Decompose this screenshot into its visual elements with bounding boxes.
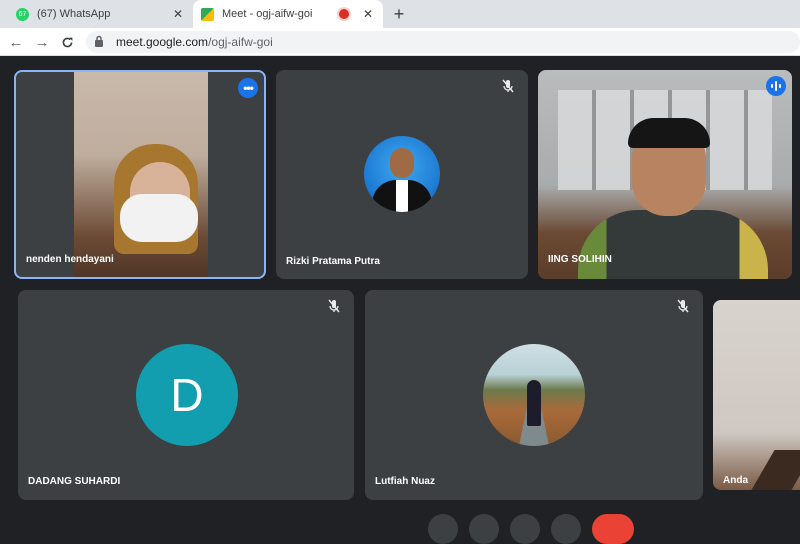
- microphone-button[interactable]: [428, 514, 458, 544]
- participant-name: Rizki Pratama Putra: [286, 256, 380, 267]
- participant-name: Anda: [723, 475, 748, 486]
- reload-button[interactable]: [57, 32, 77, 52]
- participant-name: Lutfiah Nuaz: [375, 476, 435, 487]
- lock-icon: [94, 35, 108, 50]
- url-path: /ogj-aifw-goi: [208, 35, 273, 49]
- photo-head: [390, 148, 414, 178]
- meet-icon: [201, 7, 214, 21]
- letter-avatar: D: [136, 344, 238, 446]
- photo-shirt: [396, 180, 408, 212]
- back-button[interactable]: ←: [6, 32, 26, 52]
- recording-icon: [339, 9, 349, 19]
- profile-photo: [483, 344, 585, 446]
- speaking-indicator-icon: [766, 76, 786, 96]
- participant-tile[interactable]: Lutfiah Nuaz: [365, 290, 703, 500]
- person-body: [578, 210, 768, 279]
- close-icon[interactable]: ✕: [361, 7, 375, 21]
- participant-video: [538, 70, 792, 279]
- person-hair: [628, 118, 710, 148]
- photo-person: [527, 380, 541, 426]
- participant-tile[interactable]: IING SOLIHIN: [538, 70, 792, 279]
- tab-strip: 67 (67) WhatsApp ✕ Meet - ogj-aifw-goi ✕…: [0, 0, 800, 28]
- participant-tile[interactable]: ••• nenden hendayani: [14, 70, 266, 279]
- background-shape: [751, 450, 800, 490]
- present-button[interactable]: [551, 514, 581, 544]
- tab-title: (67) WhatsApp: [37, 8, 111, 20]
- mic-off-icon: [328, 299, 340, 313]
- whatsapp-icon: 67: [16, 7, 29, 21]
- participant-tile[interactable]: Rizki Pratama Putra: [276, 70, 528, 279]
- tab-meet[interactable]: Meet - ogj-aifw-goi ✕: [193, 0, 383, 28]
- participant-video: [713, 300, 800, 490]
- participant-video: [74, 72, 208, 277]
- tab-title: Meet - ogj-aifw-goi: [222, 8, 313, 20]
- more-options-button[interactable]: •••: [238, 78, 258, 98]
- participant-tile[interactable]: Anda: [713, 300, 800, 490]
- url-host: meet.google.com: [116, 35, 209, 49]
- browser-toolbar: ← → meet.google.com/ogj-aifw-goi: [0, 28, 800, 56]
- forward-button[interactable]: →: [32, 32, 52, 52]
- close-icon[interactable]: ✕: [171, 7, 185, 21]
- leave-call-button[interactable]: [592, 514, 634, 544]
- mic-off-icon: [502, 79, 514, 93]
- new-tab-button[interactable]: +: [388, 3, 410, 25]
- captions-button[interactable]: [510, 514, 540, 544]
- participant-name: IING SOLIHIN: [548, 254, 612, 265]
- mic-off-icon: [677, 299, 689, 313]
- profile-photo: [364, 136, 440, 212]
- participant-name: DADANG SUHARDI: [28, 476, 121, 487]
- participant-name: nenden hendayani: [26, 254, 114, 265]
- face-mask: [120, 194, 198, 242]
- address-bar[interactable]: meet.google.com/ogj-aifw-goi: [86, 31, 800, 53]
- participant-tile[interactable]: D DADANG SUHARDI: [18, 290, 354, 500]
- camera-button[interactable]: [469, 514, 499, 544]
- tab-whatsapp[interactable]: 67 (67) WhatsApp ✕: [8, 0, 193, 28]
